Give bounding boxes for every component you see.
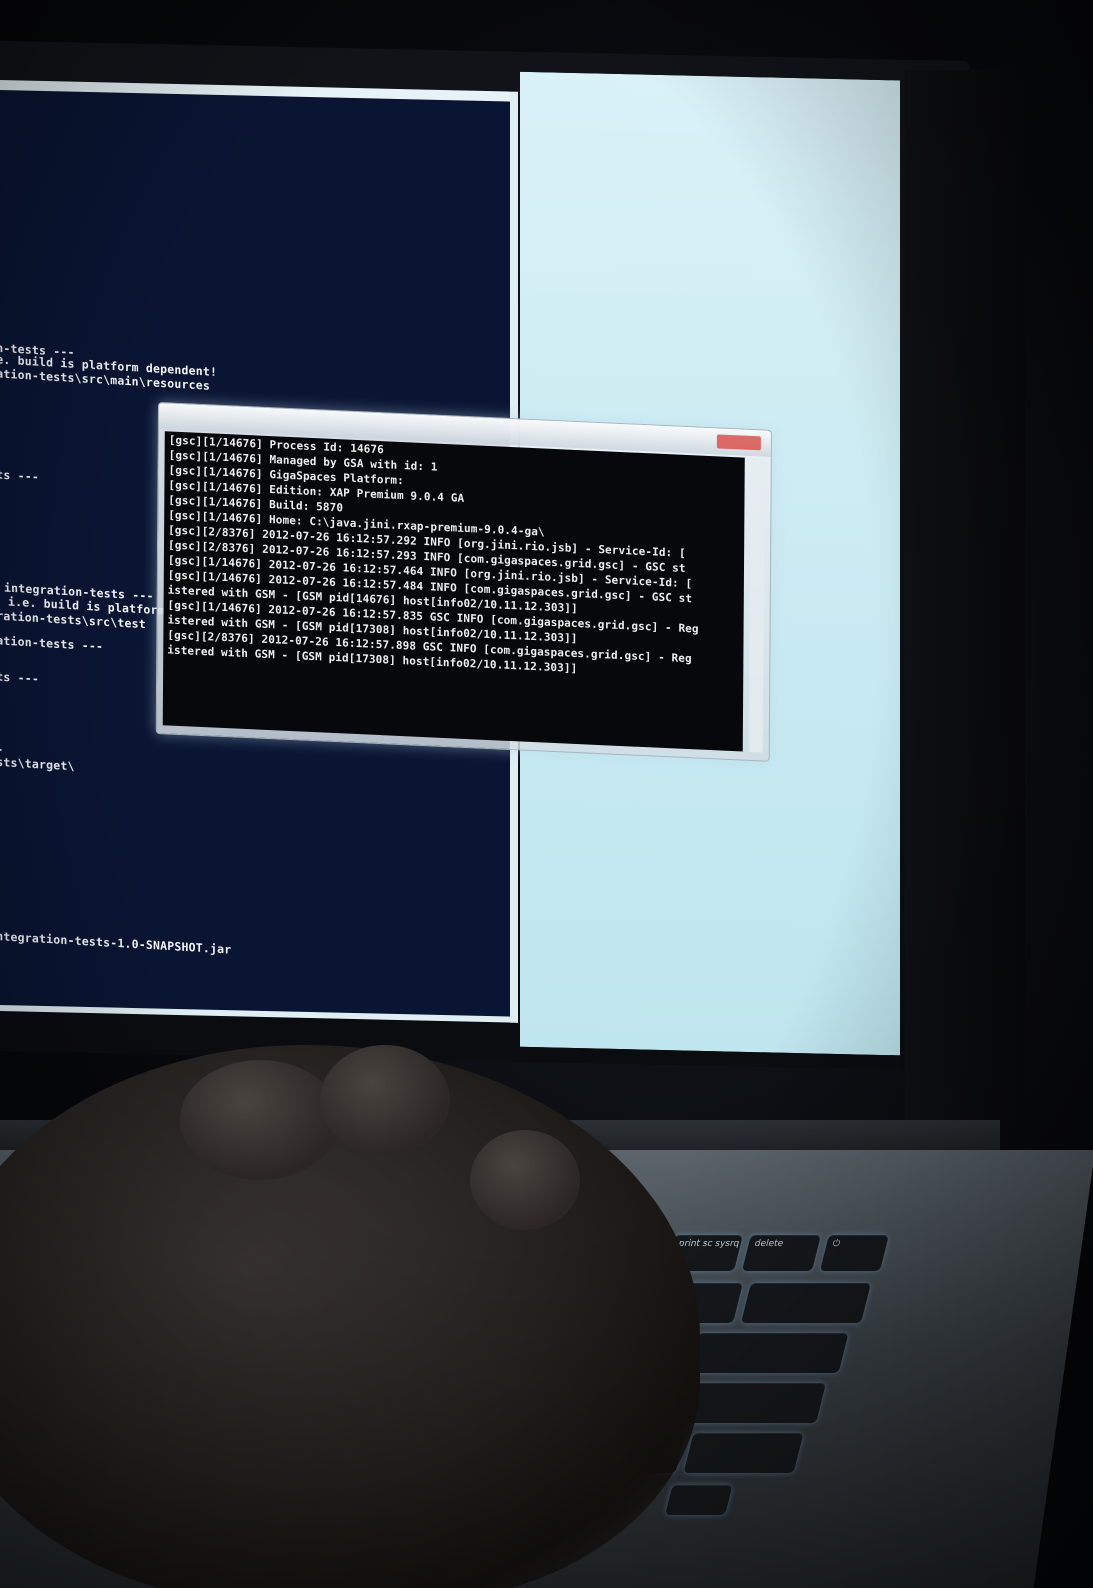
key (688, 1333, 849, 1373)
key-power: ⏻ (819, 1235, 889, 1271)
key-label: delete (753, 1239, 785, 1249)
terminal-line: gration-tests --- (0, 632, 104, 654)
key-label: print sc sysrq (677, 1239, 741, 1249)
photo-scene: ion-tests --- i.e. build is platform dep… (0, 0, 1093, 1588)
terminal-line: ests --- (0, 466, 39, 484)
key-delete: delete (741, 1235, 821, 1271)
finger (320, 1045, 450, 1155)
terminal-line: tests\target\ (0, 753, 75, 774)
power-icon: ⏻ (831, 1239, 842, 1249)
monitor-bezel-edge (905, 70, 1025, 1120)
finger (180, 1060, 340, 1180)
key-enter (686, 1383, 827, 1423)
finger (470, 1130, 580, 1230)
key (665, 1485, 733, 1515)
terminal-line: \integration-tests-1.0-SNAPSHOT.jar (0, 928, 232, 957)
console-scrollbar (748, 457, 765, 753)
console-window: [gsc][1/14676] Process Id: 14676 [gsc][1… (155, 402, 772, 762)
close-icon (716, 434, 761, 451)
console-output: [gsc][1/14676] Process Id: 14676 [gsc][1… (162, 431, 745, 752)
key-shift (683, 1433, 804, 1473)
key-backspace (740, 1283, 871, 1323)
terminal-line: ests --- (0, 668, 39, 686)
